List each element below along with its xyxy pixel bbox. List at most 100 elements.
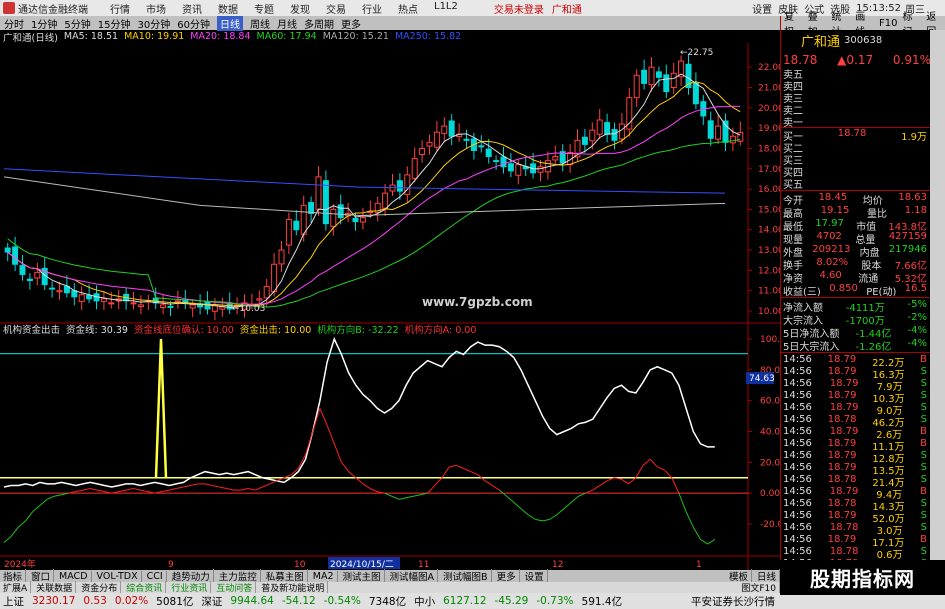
menu-0[interactable]: 行情: [110, 1, 130, 16]
indicator-tab[interactable]: VOL-TDX: [94, 570, 142, 582]
flow-value: -1.26亿: [855, 342, 892, 353]
candle-body: [137, 304, 144, 308]
period-6[interactable]: 日线: [216, 15, 243, 31]
price-tick: 18.00: [758, 144, 780, 154]
candle-body: [49, 287, 56, 290]
indicator-tab[interactable]: MA2: [310, 570, 338, 582]
period-7[interactable]: 周线: [250, 16, 270, 31]
login-status[interactable]: 交易未登录: [494, 1, 544, 16]
candle-body: [411, 158, 418, 179]
candle-body: [359, 217, 366, 223]
flow-label: 净流入额: [783, 303, 823, 314]
info-tabs: 扩展A 关联数据 资金分布 综合资讯 行业资讯 互动问答 普及新功能说明 图文F10: [0, 581, 780, 594]
stat-cell: 143.8亿: [888, 222, 927, 233]
stat-cell: 209213: [812, 244, 851, 255]
price-tick: 22.00: [758, 63, 780, 73]
title-stock: 广和通: [551, 4, 582, 16]
period-8[interactable]: 月线: [277, 16, 297, 31]
ind-tick: 40.00: [760, 428, 780, 438]
stat-cell: 收益(三): [783, 287, 821, 298]
index-name[interactable]: 上证: [3, 594, 24, 609]
stat-cell: 1.18: [904, 205, 927, 216]
indicator-tab[interactable]: 测试主图: [340, 569, 385, 583]
date-tick: 12: [552, 560, 563, 570]
menu-8[interactable]: 热点: [398, 1, 418, 16]
bid-row[interactable]: 买五: [783, 176, 927, 191]
ind-tick: 20.00: [760, 458, 780, 468]
side-toolbar[interactable]: [930, 30, 945, 570]
indicator-tab[interactable]: 测试幅图A: [387, 569, 439, 583]
stat-cell: 最高: [783, 209, 803, 220]
ask-row[interactable]: 卖一: [783, 114, 927, 129]
flow-pct: -4%: [907, 325, 927, 336]
menu-1[interactable]: 市场: [146, 1, 166, 16]
candle-body: [174, 300, 181, 303]
quote-panel: 广和通 300638 18.78 ▲0.17 0.91% 卖五 卖四 卖三 卖二 卖一买…: [780, 16, 945, 591]
indicator-tab[interactable]: 更多: [494, 569, 520, 583]
price-tick: 15.00: [758, 205, 780, 215]
menu-5[interactable]: 发现: [290, 1, 310, 16]
candle-body: [271, 263, 278, 293]
stat-cell: 最低: [783, 222, 803, 233]
candle-body: [278, 249, 285, 265]
period-10[interactable]: 更多: [341, 16, 361, 31]
kline-chart[interactable]: ←22.75 ←10.03 www.7gpzb.com 22.00 21.00 20.0…: [0, 43, 780, 570]
candle-body: [715, 125, 722, 140]
candle-body: [256, 298, 263, 301]
candle-body: [219, 306, 226, 310]
stat-cell: 今开: [783, 196, 803, 207]
flow-row: 净流入额 -4111万 -5%: [783, 299, 927, 314]
indicator-tab[interactable]: 设置: [522, 569, 548, 583]
quote-stock-name: 广和通: [801, 34, 841, 50]
period-1[interactable]: 1分钟: [31, 16, 57, 31]
period-3[interactable]: 15分钟: [98, 16, 131, 31]
price-tick: 12.00: [758, 266, 780, 276]
flow-value: -1.44亿: [855, 329, 892, 340]
menu-6[interactable]: 交易: [326, 1, 346, 16]
flow-label: 大宗流入: [783, 316, 823, 327]
low-annotation: ←10.03: [232, 304, 265, 314]
ind-marker-label: 74.63: [749, 374, 775, 384]
period-2[interactable]: 5分钟: [64, 16, 90, 31]
candle-body: [300, 204, 307, 235]
indicator-tab[interactable]: CCI: [144, 570, 167, 582]
candle-body: [419, 147, 426, 155]
candle-body: [589, 129, 596, 142]
menu-4[interactable]: 专题: [254, 1, 274, 16]
stat-row: 最低 17.97 市值 143.8亿: [783, 218, 927, 233]
index-name[interactable]: 深证: [201, 594, 222, 609]
candle-body: [12, 246, 19, 265]
period-4[interactable]: 30分钟: [137, 16, 170, 31]
candle-body: [692, 82, 699, 105]
right-menu-0[interactable]: 设置: [752, 1, 772, 16]
candle-body: [648, 66, 655, 86]
indicator-tab[interactable]: 测试幅图B: [440, 569, 492, 583]
menu-9[interactable]: L1L2: [434, 1, 458, 16]
stat-cell: 19.15: [820, 205, 850, 216]
stat-row: 收益(三) 0.850 PE(动) 16.5: [783, 283, 927, 298]
menu-2[interactable]: 资讯: [182, 1, 202, 16]
candle-body: [537, 166, 544, 173]
stat-cell: 18.63: [898, 192, 927, 203]
period-9[interactable]: 多周期: [304, 16, 334, 31]
index-name[interactable]: 中小: [414, 594, 435, 609]
stat-cell: 总量: [855, 235, 876, 246]
candle-body: [515, 164, 522, 176]
title-bar: 通达信金融终端 行情 市场 资讯 数据 专题 发现 交易 行业 热点 L1L2 交易未登录 广和通…: [0, 0, 945, 16]
stat-cell: 换手: [783, 261, 803, 272]
index-value: 3230.17: [32, 595, 76, 607]
candle-body: [330, 208, 337, 227]
period-5[interactable]: 60分钟: [177, 16, 210, 31]
stat-cell: PE(动): [866, 287, 897, 298]
candle-body: [34, 271, 41, 279]
menu-7[interactable]: 行业: [362, 1, 382, 16]
indicator-tab[interactable]: MACD: [56, 570, 92, 582]
stat-cell: 17.97: [815, 218, 844, 229]
ind-tick: 0.00: [760, 489, 780, 499]
candle-body: [285, 219, 292, 246]
flow-pct: -4%: [907, 338, 927, 349]
stat-cell: 4702: [816, 231, 842, 242]
stat-cell: 市值: [856, 222, 877, 233]
menu-3[interactable]: 数据: [218, 1, 238, 16]
period-0[interactable]: 分时: [4, 16, 24, 31]
